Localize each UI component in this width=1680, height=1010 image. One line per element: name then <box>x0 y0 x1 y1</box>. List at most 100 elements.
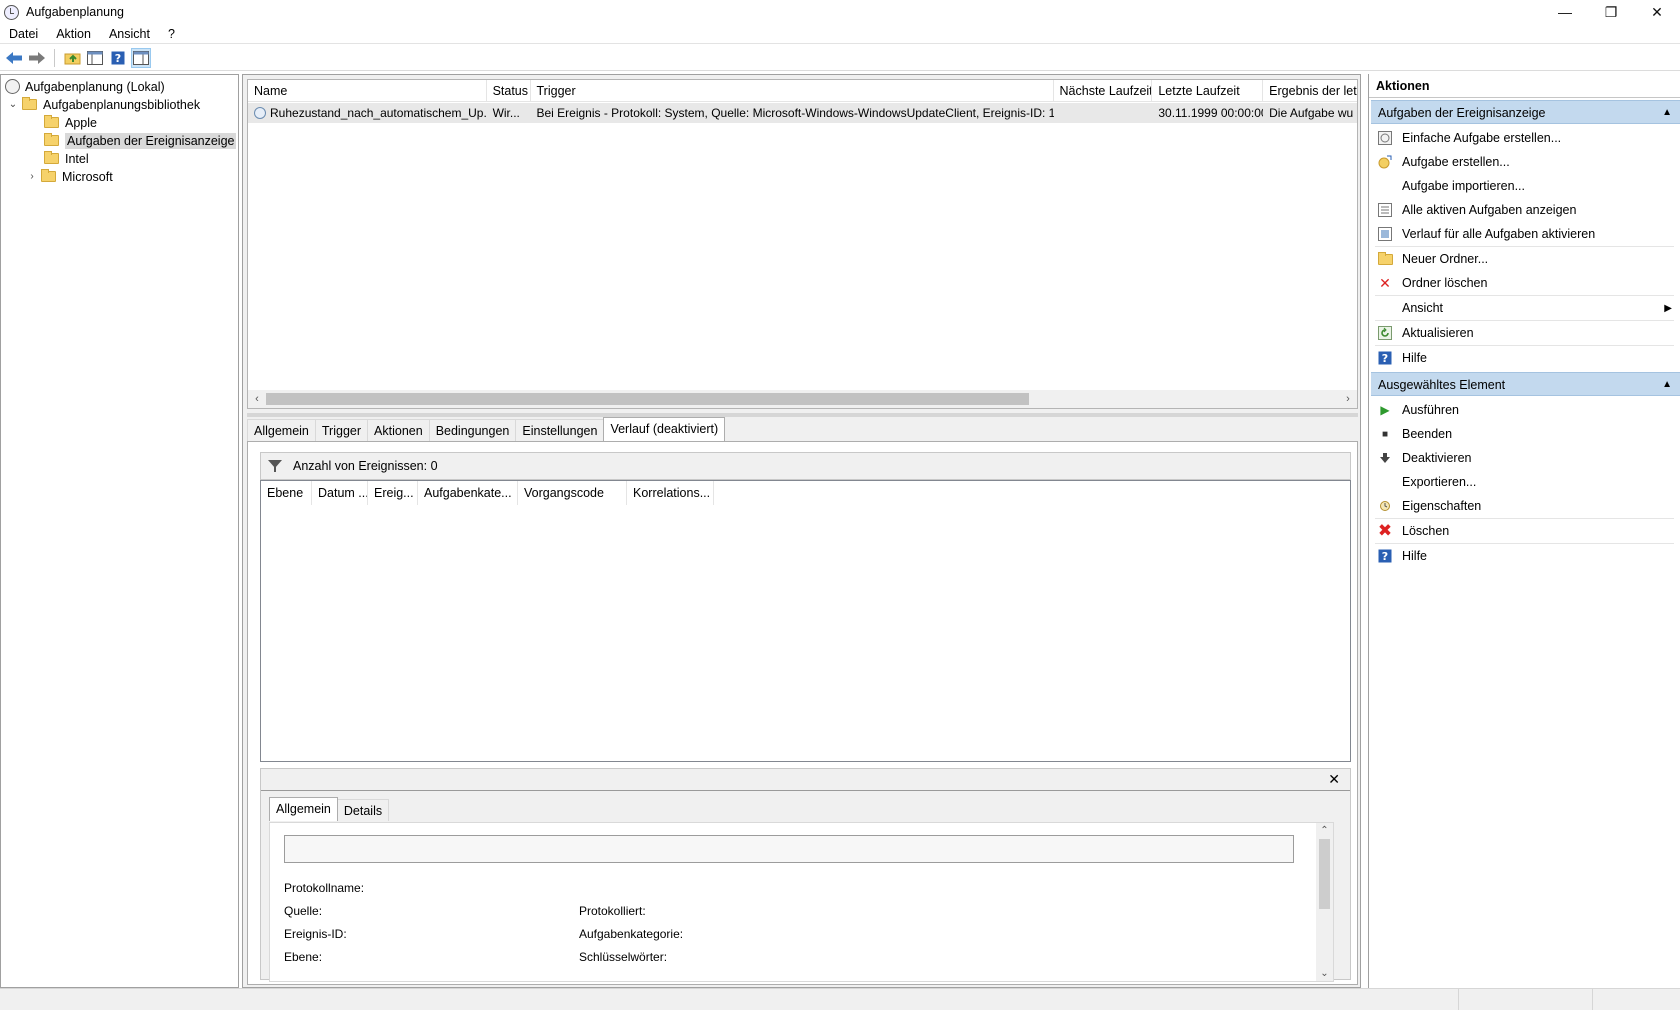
horizontal-scrollbar[interactable]: ‹ › <box>248 390 1357 408</box>
tab-allgemein[interactable]: Allgemein <box>247 419 316 441</box>
basic-task-wizard-icon <box>1377 130 1393 146</box>
action-view-submenu[interactable]: Ansicht ▶ <box>1369 296 1680 320</box>
show-hide-action-pane-button[interactable] <box>131 47 151 68</box>
tree-item-microsoft[interactable]: › Microsoft <box>26 168 113 185</box>
action-label: Löschen <box>1402 524 1450 538</box>
column-header-result[interactable]: Ergebnis der let <box>1263 80 1357 102</box>
detail-topbar: ✕ <box>261 769 1350 791</box>
scroll-track[interactable] <box>266 390 1339 408</box>
action-label: Ordner löschen <box>1402 276 1488 290</box>
task-name-cell: Ruhezustand_nach_automatischem_Up... <box>248 103 487 123</box>
section-header-selected-item[interactable]: Ausgewähltes Element ▲ <box>1371 372 1680 396</box>
scroll-thumb[interactable] <box>1319 839 1330 909</box>
task-details-pane: Name Status Trigger Nächste Laufzeit Let… <box>242 74 1361 988</box>
blank-icon <box>1377 300 1393 316</box>
restore-button[interactable]: ❐ <box>1588 0 1634 24</box>
up-folder-button[interactable] <box>62 48 82 68</box>
chevron-right-icon[interactable]: › <box>26 171 38 182</box>
column-header-last-run[interactable]: Letzte Laufzeit <box>1152 80 1264 102</box>
action-label: Einfache Aufgabe erstellen... <box>1402 131 1562 145</box>
action-help[interactable]: ? Hilfe <box>1369 346 1680 370</box>
action-help-selected[interactable]: ? Hilfe <box>1369 544 1680 568</box>
action-delete-folder[interactable]: ✕ Ordner löschen <box>1369 271 1680 295</box>
action-label: Aktualisieren <box>1402 326 1474 340</box>
console-tree: Aufgabenplanung (Lokal) ⌄ Aufgabenplanun… <box>0 74 239 988</box>
refresh-icon <box>1377 325 1393 341</box>
close-icon[interactable]: ✕ <box>1328 771 1340 788</box>
back-button[interactable] <box>4 48 24 68</box>
action-run[interactable]: ▶ Ausführen <box>1369 398 1680 422</box>
column-header-trigger[interactable]: Trigger <box>531 80 1054 102</box>
column-header-next-run[interactable]: Nächste Laufzeit <box>1054 80 1153 102</box>
chevron-down-icon[interactable]: ⌄ <box>7 99 19 110</box>
column-header-korrelation[interactable]: Korrelations... <box>627 481 714 505</box>
column-header-ereignis[interactable]: Ereig... <box>368 481 418 505</box>
task-status-cell: Wir... <box>492 106 520 120</box>
action-refresh[interactable]: Aktualisieren <box>1369 321 1680 345</box>
table-row[interactable]: Ruhezustand_nach_automatischem_Up... Wir… <box>248 103 1357 123</box>
action-import-task[interactable]: Aufgabe importieren... <box>1369 174 1680 198</box>
column-header-aufgabenkategorie[interactable]: Aufgabenkate... <box>418 481 518 505</box>
collapse-up-icon[interactable]: ▲ <box>1662 101 1672 125</box>
action-export[interactable]: Exportieren... <box>1369 470 1680 494</box>
tree-item-library[interactable]: ⌄ Aufgabenplanungsbibliothek <box>7 96 200 113</box>
events-list: Ebene Datum ... Ereig... Aufgabenkate...… <box>260 480 1351 762</box>
action-disable[interactable]: Deaktivieren <box>1369 446 1680 470</box>
action-label: Beenden <box>1402 427 1453 441</box>
action-end[interactable]: ■ Beenden <box>1369 422 1680 446</box>
show-hide-console-tree-button[interactable] <box>85 48 105 68</box>
help-button[interactable]: ? <box>108 48 128 68</box>
tab-aktionen[interactable]: Aktionen <box>367 419 430 441</box>
tab-trigger[interactable]: Trigger <box>314 419 369 441</box>
tab-bedingungen[interactable]: Bedingungen <box>428 419 517 441</box>
scroll-right-icon[interactable]: › <box>1339 393 1357 405</box>
scroll-up-icon[interactable]: ⌃ <box>1316 823 1333 838</box>
play-icon: ▶ <box>1380 403 1390 417</box>
scroll-down-icon[interactable]: ⌄ <box>1316 966 1333 981</box>
filter-icon[interactable] <box>267 459 283 473</box>
scroll-thumb[interactable] <box>266 393 1029 405</box>
running-tasks-icon <box>1377 202 1393 218</box>
tree-item-apple[interactable]: Apple <box>44 114 97 131</box>
action-label: Alle aktiven Aufgaben anzeigen <box>1402 203 1577 217</box>
menu-datei[interactable]: Datei <box>0 27 47 41</box>
toolbar: ? <box>0 45 1680 71</box>
menu-help[interactable]: ? <box>159 27 184 41</box>
event-count: Anzahl von Ereignissen: 0 <box>293 459 438 473</box>
vertical-scrollbar[interactable]: ⌃ ⌄ <box>1316 823 1333 981</box>
section-header-event-viewer-tasks[interactable]: Aufgaben der Ereignisanzeige ▲ <box>1371 100 1680 124</box>
event-filter-bar: Anzahl von Ereignissen: 0 <box>260 452 1351 480</box>
close-button[interactable]: ✕ <box>1634 0 1680 24</box>
action-enable-history[interactable]: Verlauf für alle Aufgaben aktivieren <box>1369 222 1680 246</box>
tree-item-event-viewer-tasks[interactable]: Aufgaben der Ereignisanzeige <box>44 132 237 149</box>
collapse-up-icon[interactable]: ▲ <box>1662 373 1672 397</box>
column-header-vorgangscode[interactable]: Vorgangscode <box>518 481 627 505</box>
tab-detail-allgemein[interactable]: Allgemein <box>269 797 338 821</box>
action-create-basic-task[interactable]: Einfache Aufgabe erstellen... <box>1369 126 1680 150</box>
tree-item-intel[interactable]: Intel <box>44 150 89 167</box>
menu-ansicht[interactable]: Ansicht <box>100 27 159 41</box>
tree-item-root[interactable]: Aufgabenplanung (Lokal) <box>5 78 165 95</box>
column-header-ebene[interactable]: Ebene <box>261 481 312 505</box>
column-header-status[interactable]: Status <box>487 80 531 102</box>
action-show-running-tasks[interactable]: Alle aktiven Aufgaben anzeigen <box>1369 198 1680 222</box>
minimize-button[interactable]: — <box>1542 0 1588 24</box>
action-new-folder[interactable]: Neuer Ordner... <box>1369 247 1680 271</box>
scroll-left-icon[interactable]: ‹ <box>248 393 266 405</box>
pane-splitter[interactable] <box>247 413 1358 417</box>
action-delete[interactable]: ✖ Löschen <box>1369 519 1680 543</box>
history-tab-content: Anzahl von Ereignissen: 0 Ebene Datum ..… <box>247 441 1358 985</box>
column-header-name[interactable]: Name <box>248 80 487 102</box>
forward-button[interactable] <box>27 48 47 68</box>
tab-detail-details[interactable]: Details <box>336 799 390 821</box>
tab-einstellungen[interactable]: Einstellungen <box>515 419 605 441</box>
action-create-task[interactable]: Aufgabe erstellen... <box>1369 150 1680 174</box>
event-description-box[interactable] <box>284 835 1294 863</box>
menu-aktion[interactable]: Aktion <box>47 27 100 41</box>
stop-icon: ■ <box>1381 428 1389 440</box>
action-properties[interactable]: Eigenschaften <box>1369 494 1680 518</box>
column-header-datum[interactable]: Datum ... <box>312 481 368 505</box>
tab-verlauf[interactable]: Verlauf (deaktiviert) <box>603 417 726 441</box>
action-label: Deaktivieren <box>1402 451 1472 465</box>
new-folder-icon <box>1377 251 1393 267</box>
